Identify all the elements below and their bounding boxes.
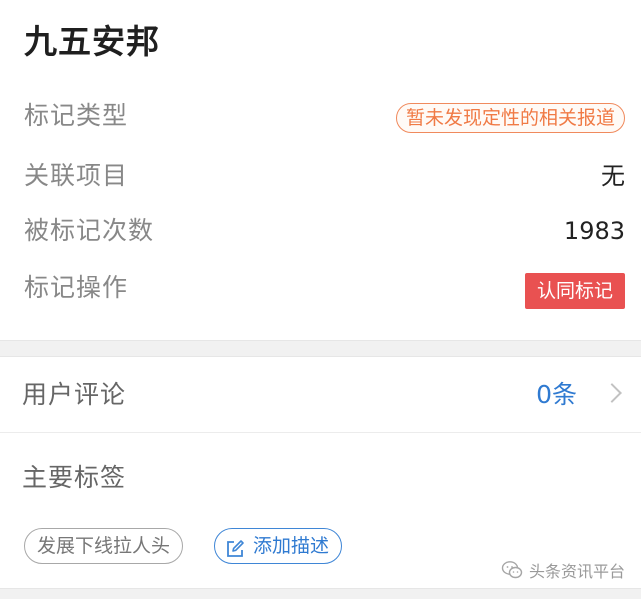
tag-chip[interactable]: 发展下线拉人头 [24, 528, 184, 564]
main-tags-label: 主要标签 [22, 463, 127, 492]
watermark-text: 头条资讯平台 [528, 562, 625, 581]
bottom-divider [0, 588, 641, 599]
mark-count-value: 1983 [563, 217, 625, 245]
agree-mark-button[interactable]: 认同标记 [524, 273, 625, 309]
user-comments-count[interactable]: 0条 [536, 377, 577, 413]
related-project-value: 无 [601, 162, 625, 190]
mark-action-label: 标记操作 [24, 273, 129, 302]
row-divider [0, 432, 641, 433]
page-title: 九五安邦 [24, 22, 160, 61]
add-description-label: 添加描述 [253, 535, 330, 557]
wechat-icon [501, 560, 523, 580]
add-description-button[interactable]: 添加描述 [214, 528, 343, 564]
watermark: 头条资讯平台 [501, 558, 625, 582]
edit-icon [225, 536, 245, 557]
section-divider [0, 340, 641, 357]
related-project-label: 关联项目 [24, 161, 129, 190]
mark-type-badge: 暂未发现定性的相关报道 [395, 103, 625, 133]
mark-count-label: 被标记次数 [24, 216, 155, 245]
user-comments-label: 用户评论 [22, 380, 127, 409]
mark-type-label: 标记类型 [24, 101, 129, 130]
